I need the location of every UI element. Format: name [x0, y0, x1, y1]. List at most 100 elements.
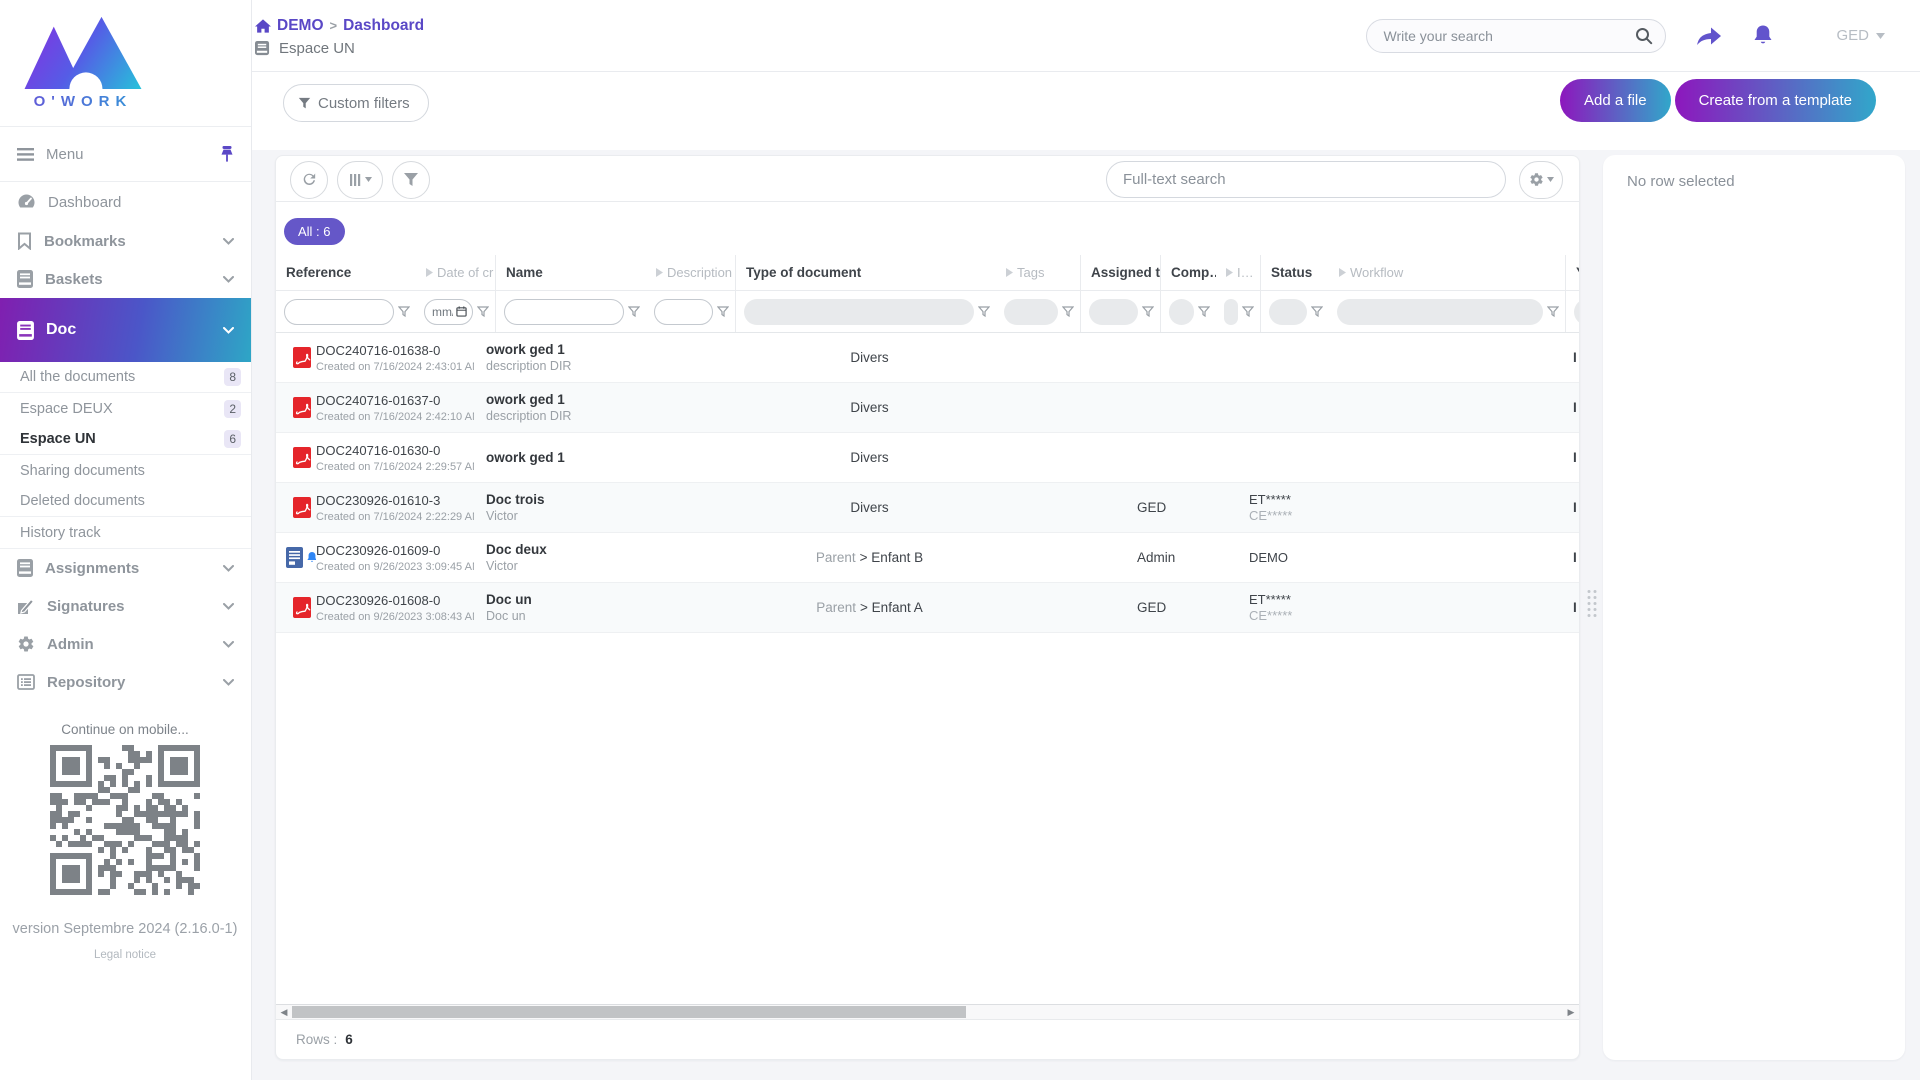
filter-menu-i[interactable] — [1242, 306, 1256, 318]
sidebar-subitem-all-documents[interactable]: All the documents 8 — [0, 362, 251, 393]
caret-down-icon — [1876, 33, 1885, 39]
sidebar-subitem-history-track[interactable]: History track — [0, 517, 251, 548]
filter-button[interactable] — [392, 161, 430, 199]
document-name: Doc trois — [486, 492, 723, 507]
sidebar-subitem-sharing-documents[interactable]: Sharing documents — [0, 455, 251, 486]
sidebar-item-baskets[interactable]: Baskets — [0, 260, 251, 298]
scrollbar-thumb[interactable] — [292, 1006, 966, 1018]
legal-notice-link[interactable]: Legal notice — [0, 949, 250, 961]
filter-cell-i — [1216, 291, 1261, 332]
filter-input-description[interactable] — [654, 299, 713, 325]
filter-menu-type[interactable] — [978, 306, 992, 318]
all-count-chip[interactable]: All : 6 — [284, 218, 345, 245]
filter-menu-date[interactable] — [477, 306, 491, 318]
truncated-cell-text: I — [1573, 483, 1579, 532]
table-row[interactable]: DOC230926-01609-0 Created on 9/26/2023 3… — [276, 533, 1579, 583]
filter-menu-workflow[interactable] — [1547, 306, 1561, 318]
filter-menu-assigned[interactable] — [1142, 306, 1156, 318]
column-header-reference[interactable]: Reference — [276, 255, 416, 290]
table-settings-button[interactable] — [1519, 161, 1563, 199]
subitem-label: Espace UN — [20, 431, 224, 447]
menu-toggle[interactable]: Menu — [0, 126, 251, 182]
sidebar-item-dashboard[interactable]: Dashboard — [0, 182, 251, 222]
custom-filters-button[interactable]: Custom filters — [283, 84, 429, 122]
column-header-workflow[interactable]: Workflow — [1329, 255, 1566, 290]
pdf-file-icon — [293, 397, 311, 418]
sidebar-item-bookmarks[interactable]: Bookmarks — [0, 222, 251, 260]
table-row[interactable]: DOC240716-01638-0 Created on 7/16/2024 2… — [276, 333, 1579, 383]
truncated-cell-text: I — [1573, 533, 1579, 582]
home-icon[interactable] — [255, 19, 271, 33]
chevron-down-icon — [223, 641, 234, 648]
column-header-i[interactable]: I… — [1216, 255, 1261, 290]
sidebar-item-repository[interactable]: Repository — [0, 663, 251, 701]
qr-code — [50, 745, 200, 895]
filter-menu-reference[interactable] — [398, 306, 412, 318]
share-icon[interactable] — [1696, 26, 1722, 46]
mobile-block: Continue on mobile... version Septembre … — [0, 722, 250, 961]
custom-filters-label: Custom filters — [318, 95, 410, 112]
filter-cell-reference — [276, 291, 416, 332]
create-from-template-button[interactable]: Create from a template — [1675, 79, 1876, 122]
filter-menu-tags[interactable] — [1062, 306, 1076, 318]
sidebar-item-admin[interactable]: Admin — [0, 625, 251, 663]
scroll-right-arrow[interactable]: ▶ — [1563, 1005, 1579, 1019]
column-header-type[interactable]: Type of document — [736, 255, 996, 290]
notifications-bell-icon[interactable] — [1752, 24, 1774, 47]
detail-panel: No row selected — [1603, 155, 1905, 1060]
filter-menu-name[interactable] — [628, 306, 642, 318]
sidebar-subitem-deleted-documents[interactable]: Deleted documents — [0, 486, 251, 517]
sidebar-item-assignments[interactable]: Assignments — [0, 549, 251, 587]
breadcrumb-current-link[interactable]: Dashboard — [343, 17, 424, 35]
add-file-button[interactable]: Add a file — [1560, 79, 1671, 122]
breadcrumb-root-link[interactable]: DEMO — [277, 17, 324, 35]
calendar-icon[interactable] — [456, 306, 467, 317]
column-header-y[interactable]: Y… — [1566, 255, 1580, 290]
pin-icon[interactable] — [220, 146, 234, 162]
scroll-left-arrow[interactable]: ◀ — [276, 1005, 292, 1019]
user-menu[interactable]: GED — [1836, 27, 1885, 44]
sidebar-item-signatures[interactable]: Signatures — [0, 587, 251, 625]
sort-arrow-icon — [1226, 268, 1233, 277]
column-header-date[interactable]: Date of cr… — [416, 255, 496, 290]
pdf-file-icon — [293, 597, 311, 618]
column-header-name[interactable]: Name — [496, 255, 646, 290]
filter-menu-status[interactable] — [1311, 306, 1325, 318]
filter-disabled-type — [744, 299, 974, 325]
filter-menu-comp[interactable] — [1198, 306, 1212, 318]
filter-cell-workflow — [1329, 291, 1566, 332]
filter-menu-description[interactable] — [717, 306, 731, 318]
search-icon[interactable] — [1635, 27, 1653, 45]
document-name: Doc un — [486, 592, 723, 607]
columns-button[interactable] — [337, 161, 383, 199]
fulltext-search — [1106, 161, 1506, 198]
column-header-description[interactable]: Description — [646, 255, 736, 290]
column-header-tags[interactable]: Tags — [996, 255, 1081, 290]
table-row[interactable]: DOC240716-01630-0 Created on 7/16/2024 2… — [276, 433, 1579, 483]
sidebar-subitem-espace-deux[interactable]: Espace DEUX 2 — [0, 393, 251, 424]
table-row[interactable]: DOC240716-01637-0 Created on 7/16/2024 2… — [276, 383, 1579, 433]
column-header-status[interactable]: Status — [1261, 255, 1329, 290]
column-header-comp[interactable]: Comp… — [1161, 255, 1216, 290]
chevron-down-icon — [223, 276, 234, 283]
filter-input-reference[interactable] — [284, 299, 394, 325]
column-label: Date of cr… — [437, 265, 496, 280]
table-row[interactable]: DOC230926-01608-0 Created on 9/26/2023 3… — [276, 583, 1579, 633]
document-name: owork ged 1 — [486, 342, 723, 357]
global-search-input[interactable] — [1383, 28, 1635, 44]
document-reference: DOC230926-01609-0 — [316, 543, 474, 558]
chevron-down-icon — [223, 238, 234, 245]
horizontal-scrollbar[interactable]: ◀ ▶ — [276, 1004, 1579, 1020]
table-row[interactable]: DOC230926-01610-3 Created on 7/16/2024 2… — [276, 483, 1579, 533]
scrollbar-track[interactable] — [292, 1005, 1563, 1019]
column-header-assigned[interactable]: Assigned t… — [1081, 255, 1161, 290]
document-type: Divers — [850, 350, 888, 365]
panel-resize-handle[interactable] — [1587, 590, 1596, 617]
sidebar-subitem-espace-un[interactable]: Espace UN 6 — [0, 424, 251, 455]
refresh-button[interactable] — [290, 161, 328, 199]
column-label: Reference — [286, 265, 351, 280]
sidebar-item-doc[interactable]: Doc — [0, 298, 251, 362]
fulltext-search-input[interactable] — [1123, 171, 1489, 188]
filter-input-name[interactable] — [504, 299, 624, 325]
filter-date-input-date[interactable]: mm/d — [424, 299, 473, 325]
